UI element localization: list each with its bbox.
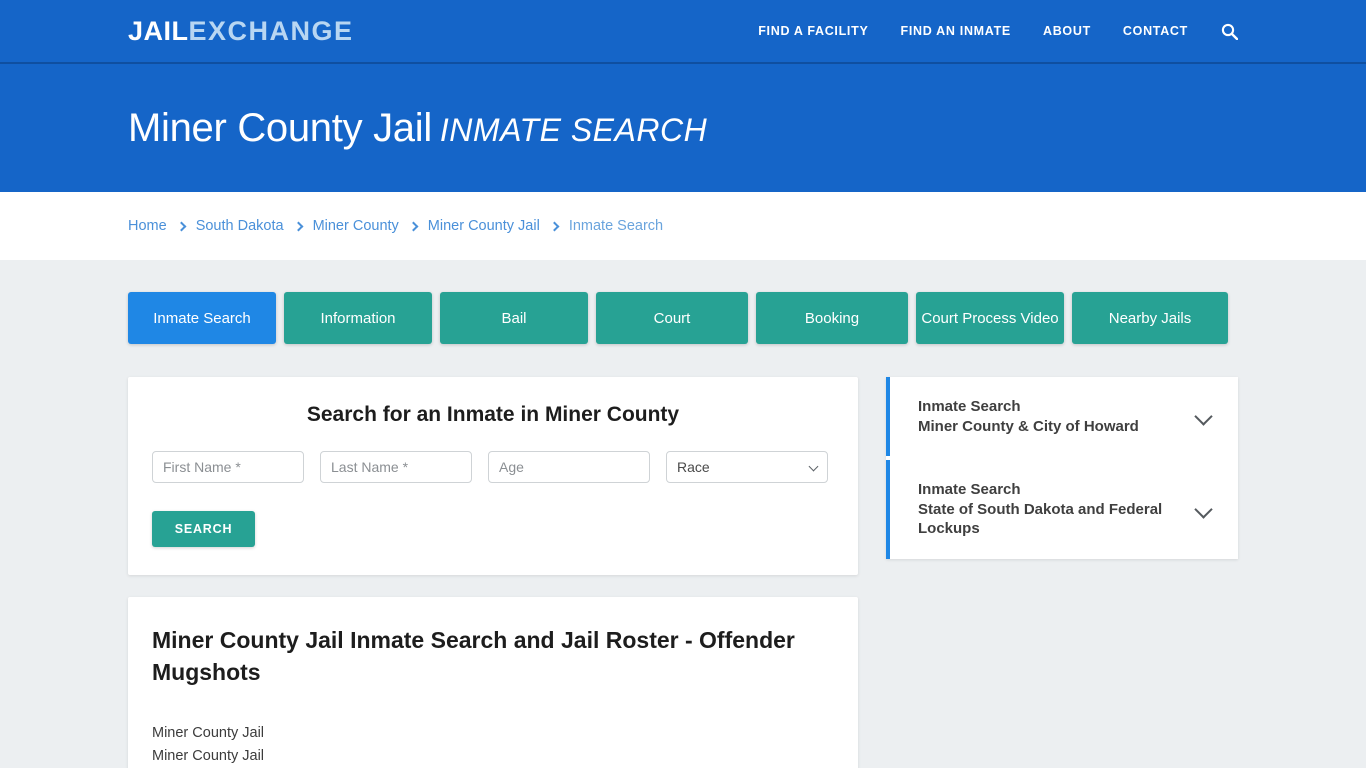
sidebar-accordion: Inmate Search Miner County & City of How…: [886, 377, 1238, 559]
chevron-right-icon: [408, 221, 419, 231]
sidebar-item-subtitle: Miner County & City of Howard: [918, 417, 1139, 435]
inmate-search-card: Search for an Inmate in Miner County Rac…: [128, 377, 858, 575]
page-title-section: INMATE SEARCH: [439, 111, 708, 148]
last-name-input[interactable]: [320, 451, 472, 483]
tab-court-process-video[interactable]: Court Process Video: [916, 292, 1064, 344]
page-content: Inmate Search Information Bail Court Boo…: [0, 260, 1366, 768]
tab-booking[interactable]: Booking: [756, 292, 908, 344]
chevron-down-icon[interactable]: [1194, 407, 1213, 426]
search-form-fields: Race: [152, 451, 834, 483]
nav-item-about[interactable]: ABOUT: [1043, 24, 1091, 38]
nav-item-contact[interactable]: CONTACT: [1123, 24, 1188, 38]
article-card: Miner County Jail Inmate Search and Jail…: [128, 597, 858, 768]
content-columns: Search for an Inmate in Miner County Rac…: [128, 377, 1238, 768]
sidebar-column: Inmate Search Miner County & City of How…: [886, 377, 1238, 559]
sidebar-item-title: Inmate Search: [918, 481, 1021, 498]
tab-inmate-search[interactable]: Inmate Search: [128, 292, 276, 344]
tab-information[interactable]: Information: [284, 292, 432, 344]
facility-tabs: Inmate Search Information Bail Court Boo…: [128, 260, 1238, 344]
page-title: Miner County Jail INMATE SEARCH: [128, 106, 707, 151]
race-select-wrapper: Race: [666, 451, 828, 483]
main-navigation: FIND A FACILITY FIND AN INMATE ABOUT CON…: [758, 22, 1238, 40]
first-name-input[interactable]: [152, 451, 304, 483]
article-line-2: Miner County Jail: [152, 747, 265, 764]
sidebar-item-inmate-search-county[interactable]: Inmate Search Miner County & City of How…: [886, 377, 1238, 456]
page-hero-banner: Miner County Jail INMATE SEARCH: [0, 64, 1366, 192]
search-icon[interactable]: [1220, 22, 1238, 40]
race-select[interactable]: Race: [666, 451, 828, 483]
breadcrumb-item-miner-county[interactable]: Miner County: [313, 218, 399, 234]
tab-nearby-jails[interactable]: Nearby Jails: [1072, 292, 1228, 344]
top-navigation-bar: JAILEXCHANGE FIND A FACILITY FIND AN INM…: [0, 0, 1366, 64]
article-title: Miner County Jail Inmate Search and Jail…: [152, 627, 795, 685]
tab-bail[interactable]: Bail: [440, 292, 588, 344]
article-line-1: Miner County Jail: [152, 725, 265, 742]
search-form-heading: Search for an Inmate in Miner County: [306, 403, 680, 426]
logo-text-secondary: EXCHANGE: [188, 15, 354, 46]
breadcrumb-item-home[interactable]: Home: [128, 218, 167, 234]
nav-item-find-an-inmate[interactable]: FIND AN INMATE: [900, 24, 1010, 38]
age-input[interactable]: [488, 451, 650, 483]
search-submit-button[interactable]: SEARCH: [152, 511, 255, 547]
breadcrumb: Home South Dakota Miner County Miner Cou…: [128, 218, 663, 234]
sidebar-item-title: Inmate Search: [918, 398, 1021, 415]
breadcrumb-bar: Home South Dakota Miner County Miner Cou…: [0, 192, 1366, 260]
breadcrumb-item-miner-county-jail[interactable]: Miner County Jail: [428, 218, 540, 234]
breadcrumb-item-inmate-search: Inmate Search: [568, 218, 664, 234]
chevron-right-icon: [549, 221, 560, 231]
chevron-right-icon: [293, 221, 304, 231]
site-logo[interactable]: JAILEXCHANGE: [128, 15, 354, 46]
page-title-facility: Miner County Jail: [128, 105, 432, 150]
sidebar-item-label: Inmate Search Miner County & City of How…: [918, 397, 1139, 436]
main-column: Search for an Inmate in Miner County Rac…: [128, 377, 858, 768]
nav-item-find-a-facility[interactable]: FIND A FACILITY: [758, 24, 868, 38]
chevron-right-icon: [176, 221, 187, 231]
chevron-down-icon[interactable]: [1194, 500, 1213, 519]
tab-court[interactable]: Court: [596, 292, 748, 344]
sidebar-item-inmate-search-state[interactable]: Inmate Search State of South Dakota and …: [886, 460, 1238, 559]
breadcrumb-item-south-dakota[interactable]: South Dakota: [196, 218, 284, 234]
sidebar-item-label: Inmate Search State of South Dakota and …: [918, 480, 1197, 539]
sidebar-item-subtitle: State of South Dakota and Federal Lockup…: [918, 500, 1163, 538]
logo-text-primary: JAIL: [128, 15, 189, 46]
